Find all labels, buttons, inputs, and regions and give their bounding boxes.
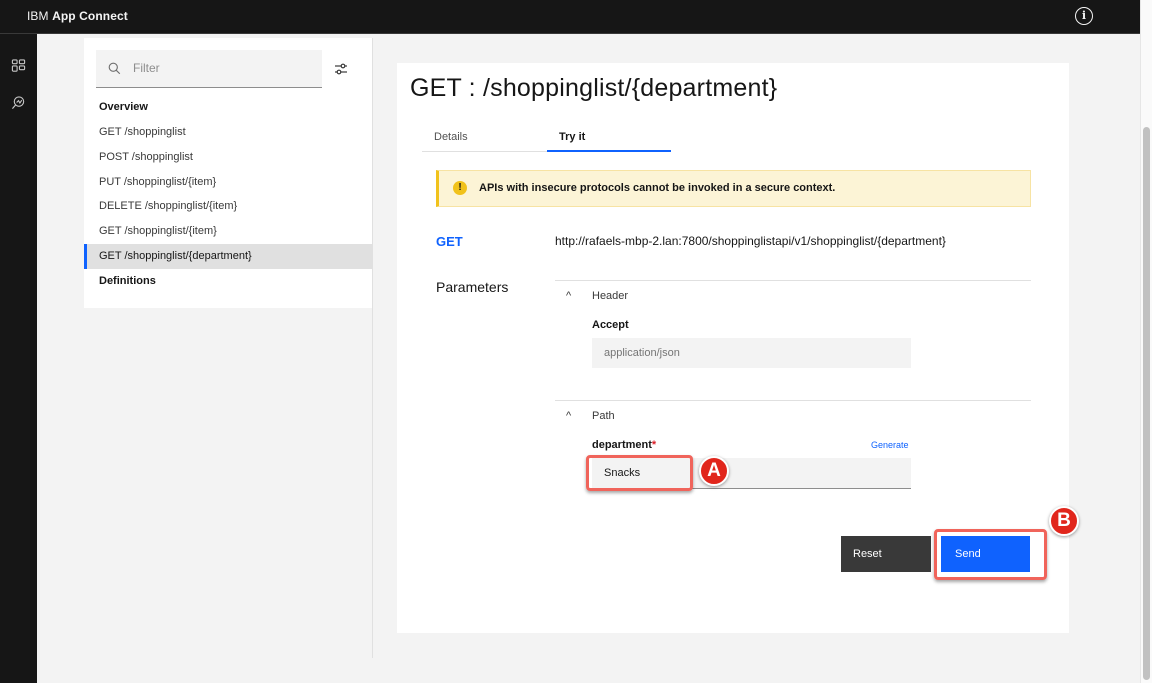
accept-label: Accept (592, 319, 629, 331)
brand-prefix: IBM (27, 9, 49, 23)
annotation-highlight-b (934, 529, 1047, 580)
path-section-label: Path (592, 410, 615, 422)
page-title: GET : /shoppinglist/{department} (410, 74, 778, 102)
nav-item-definitions[interactable]: Definitions (84, 269, 372, 294)
nav-item-post-shoppinglist[interactable]: POST /shoppinglist (84, 145, 372, 170)
chevron-up-icon: ^ (566, 410, 572, 422)
brand-name: App Connect (52, 9, 128, 23)
discovery-icon[interactable] (11, 95, 26, 110)
tab-details[interactable]: Details (422, 125, 546, 152)
annotation-badge-a: A (699, 456, 729, 486)
path-section-toggle[interactable]: ^ Path (566, 410, 615, 422)
scrollbar-thumb[interactable] (1143, 127, 1150, 680)
filter-input[interactable] (133, 50, 313, 86)
dashboard-icon[interactable] (11, 58, 26, 73)
chevron-up-icon: ^ (566, 290, 572, 302)
nav-item-delete-item[interactable]: DELETE /shoppinglist/{item} (84, 194, 372, 219)
top-header-bar: IBM App Connect i (0, 0, 1140, 34)
section-divider (555, 280, 1031, 281)
department-label: department* (592, 439, 656, 451)
tab-try-it[interactable]: Try it (547, 125, 671, 152)
search-icon (108, 62, 121, 75)
nav-item-get-item[interactable]: GET /shoppinglist/{item} (84, 219, 372, 244)
annotation-highlight-a (586, 455, 693, 491)
nav-item-put-item[interactable]: PUT /shoppinglist/{item} (84, 170, 372, 195)
reset-button[interactable]: Reset (841, 536, 931, 572)
filter-field[interactable] (96, 50, 322, 88)
department-label-text: department (592, 439, 652, 451)
parameters-heading: Parameters (436, 279, 509, 295)
app-brand[interactable]: IBM App Connect (27, 9, 128, 23)
header-section-toggle[interactable]: ^ Header (566, 290, 628, 302)
nav-item-get-department[interactable]: GET /shoppinglist/{department} (84, 244, 372, 269)
nav-item-get-shoppinglist[interactable]: GET /shoppinglist (84, 120, 372, 145)
header-section-label: Header (592, 290, 629, 302)
filter-settings-icon[interactable] (333, 61, 349, 77)
info-icon[interactable]: i (1075, 7, 1093, 25)
required-marker: * (651, 439, 657, 451)
panel-divider (372, 38, 373, 658)
http-method: GET (436, 234, 463, 249)
endpoint-url: http://rafaels-mbp-2.lan:7800/shoppingli… (555, 234, 946, 248)
generate-link[interactable]: Generate (871, 440, 909, 450)
section-divider (555, 400, 1031, 401)
warning-icon: ! (453, 181, 467, 195)
annotation-badge-b: B (1049, 506, 1079, 536)
tab-bar: Details Try it (422, 125, 671, 152)
left-nav-rail (0, 34, 37, 683)
warning-notification: ! APIs with insecure protocols cannot be… (436, 170, 1031, 207)
accept-input[interactable] (592, 338, 911, 368)
nav-item-overview[interactable]: Overview (84, 95, 372, 120)
warning-text: APIs with insecure protocols cannot be i… (479, 182, 836, 194)
